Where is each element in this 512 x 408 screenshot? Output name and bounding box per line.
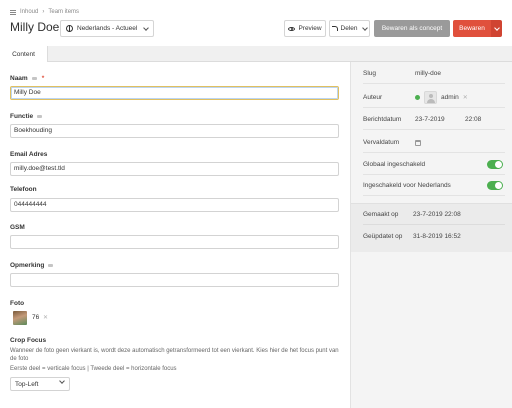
crop-focus-help: Wanneer de foto geen vierkant is, wordt …	[10, 348, 339, 362]
expiry-date-row: Vervaldatum	[363, 133, 505, 153]
required-marker: *	[41, 75, 45, 82]
share-button[interactable]: Delen	[329, 20, 370, 37]
globe-icon	[66, 25, 73, 32]
page-title: Milly Doe	[10, 20, 60, 34]
save-button[interactable]: Bewaren	[453, 20, 491, 37]
avatar	[424, 91, 437, 104]
photo-label: Foto	[10, 300, 25, 307]
name-field[interactable]: Milly Doe	[10, 86, 339, 100]
chevron-down-icon	[493, 24, 500, 31]
phone-label: Telefoon	[10, 186, 37, 193]
chevron-down-icon	[59, 378, 65, 384]
menu-icon[interactable]	[10, 9, 16, 15]
crop-focus-label: Crop Focus	[10, 337, 47, 344]
chevron-down-icon	[362, 24, 369, 31]
function-field[interactable]: Boekhouding	[10, 124, 339, 138]
online-status-icon	[415, 95, 420, 100]
created-label: Gemaakt op	[363, 211, 399, 218]
function-label: Functie	[10, 113, 43, 120]
created-value: 23-7-2019 22:08	[413, 211, 461, 218]
remove-photo-icon[interactable]: ✕	[43, 314, 48, 321]
author-value[interactable]: admin ✕	[415, 91, 468, 104]
share-label: Delen	[340, 25, 358, 32]
translate-icon	[31, 77, 37, 80]
crop-focus-help-detail: Eerste deel = verticale focus | Tweede d…	[10, 366, 177, 372]
expiry-date-value[interactable]	[415, 139, 421, 146]
breadcrumb-separator: ›	[42, 9, 45, 15]
photo-number: 76	[32, 314, 40, 321]
global-enabled-row: Globaal ingeschakeld	[363, 155, 505, 175]
slug-value[interactable]: milly-doe	[415, 70, 441, 77]
eye-icon	[288, 26, 296, 31]
remark-label: Opmerking	[10, 262, 54, 269]
author-row: Auteur admin ✕	[363, 88, 505, 108]
crop-focus-select[interactable]: Top-Left	[10, 377, 70, 391]
meta-sidebar: Slug milly-doe Auteur admin ✕ Berichtdat…	[350, 62, 512, 408]
page-header: Inhoud › Team items Milly Doe Nederlands…	[0, 0, 512, 46]
translate-icon	[37, 115, 43, 118]
publish-time-value[interactable]: 22:08	[465, 116, 481, 123]
expiry-date-label: Vervaldatum	[363, 139, 400, 146]
email-field[interactable]: milly.doe@test.tld	[10, 162, 339, 176]
calendar-icon	[415, 139, 421, 146]
breadcrumb-parent[interactable]: Inhoud	[20, 9, 38, 15]
remark-field[interactable]	[10, 273, 339, 287]
preview-label: Preview	[298, 25, 322, 32]
remove-author-icon[interactable]: ✕	[463, 94, 468, 101]
locale-select[interactable]: Nederlands - Actueel	[60, 20, 154, 37]
crop-focus-selected: Top-Left	[15, 380, 39, 388]
updated-label: Geüpdatet op	[363, 232, 403, 240]
updated-row: Geüpdatet op 31-8-2019 16:52	[363, 226, 505, 246]
global-enabled-toggle[interactable]	[487, 160, 503, 169]
publish-date-value[interactable]: 23-7-2019	[415, 116, 445, 123]
phone-field[interactable]: 044444444	[10, 198, 339, 212]
enabled-nl-toggle[interactable]	[487, 181, 503, 190]
timestamps-panel: Gemaakt op 23-7-2019 22:08 Geüpdatet op …	[351, 204, 512, 252]
publish-date-row: Berichtdatum 23-7-2019 22:08	[363, 110, 505, 130]
publish-date-label: Berichtdatum	[363, 116, 402, 123]
author-label: Auteur	[363, 94, 383, 101]
author-name: admin	[441, 94, 459, 101]
save-concept-label: Bewaren als concept	[381, 25, 443, 32]
global-enabled-label: Globaal ingeschakeld	[363, 161, 426, 168]
name-label: Naam *	[10, 75, 45, 82]
email-label: Email Adres	[10, 151, 48, 158]
tab-bar: Content	[0, 46, 512, 63]
breadcrumb: Inhoud › Team items	[10, 9, 79, 15]
save-dropdown-button[interactable]	[491, 20, 502, 37]
tab-content[interactable]: Content	[0, 46, 48, 63]
preview-button[interactable]: Preview	[284, 20, 326, 37]
chevron-down-icon	[143, 24, 150, 31]
updated-value: 31-8-2019 16:52	[413, 232, 461, 240]
created-row: Gemaakt op 23-7-2019 22:08	[363, 205, 505, 225]
save-concept-button[interactable]: Bewaren als concept	[374, 20, 450, 37]
enabled-nl-row: Ingeschakeld voor Nederlands	[363, 176, 505, 196]
share-icon	[331, 26, 338, 31]
breadcrumb-current[interactable]: Team items	[48, 9, 79, 15]
translate-icon	[48, 264, 54, 267]
photo-thumbnail[interactable]	[13, 311, 27, 325]
slug-label: Slug	[363, 70, 377, 77]
save-label: Bewaren	[459, 25, 485, 32]
gsm-field[interactable]	[10, 235, 339, 249]
slug-row: Slug milly-doe	[363, 64, 505, 84]
gsm-label: GSM	[10, 224, 25, 231]
locale-selected: Nederlands - Actueel	[77, 25, 138, 32]
enabled-nl-label: Ingeschakeld voor Nederlands	[363, 182, 451, 189]
